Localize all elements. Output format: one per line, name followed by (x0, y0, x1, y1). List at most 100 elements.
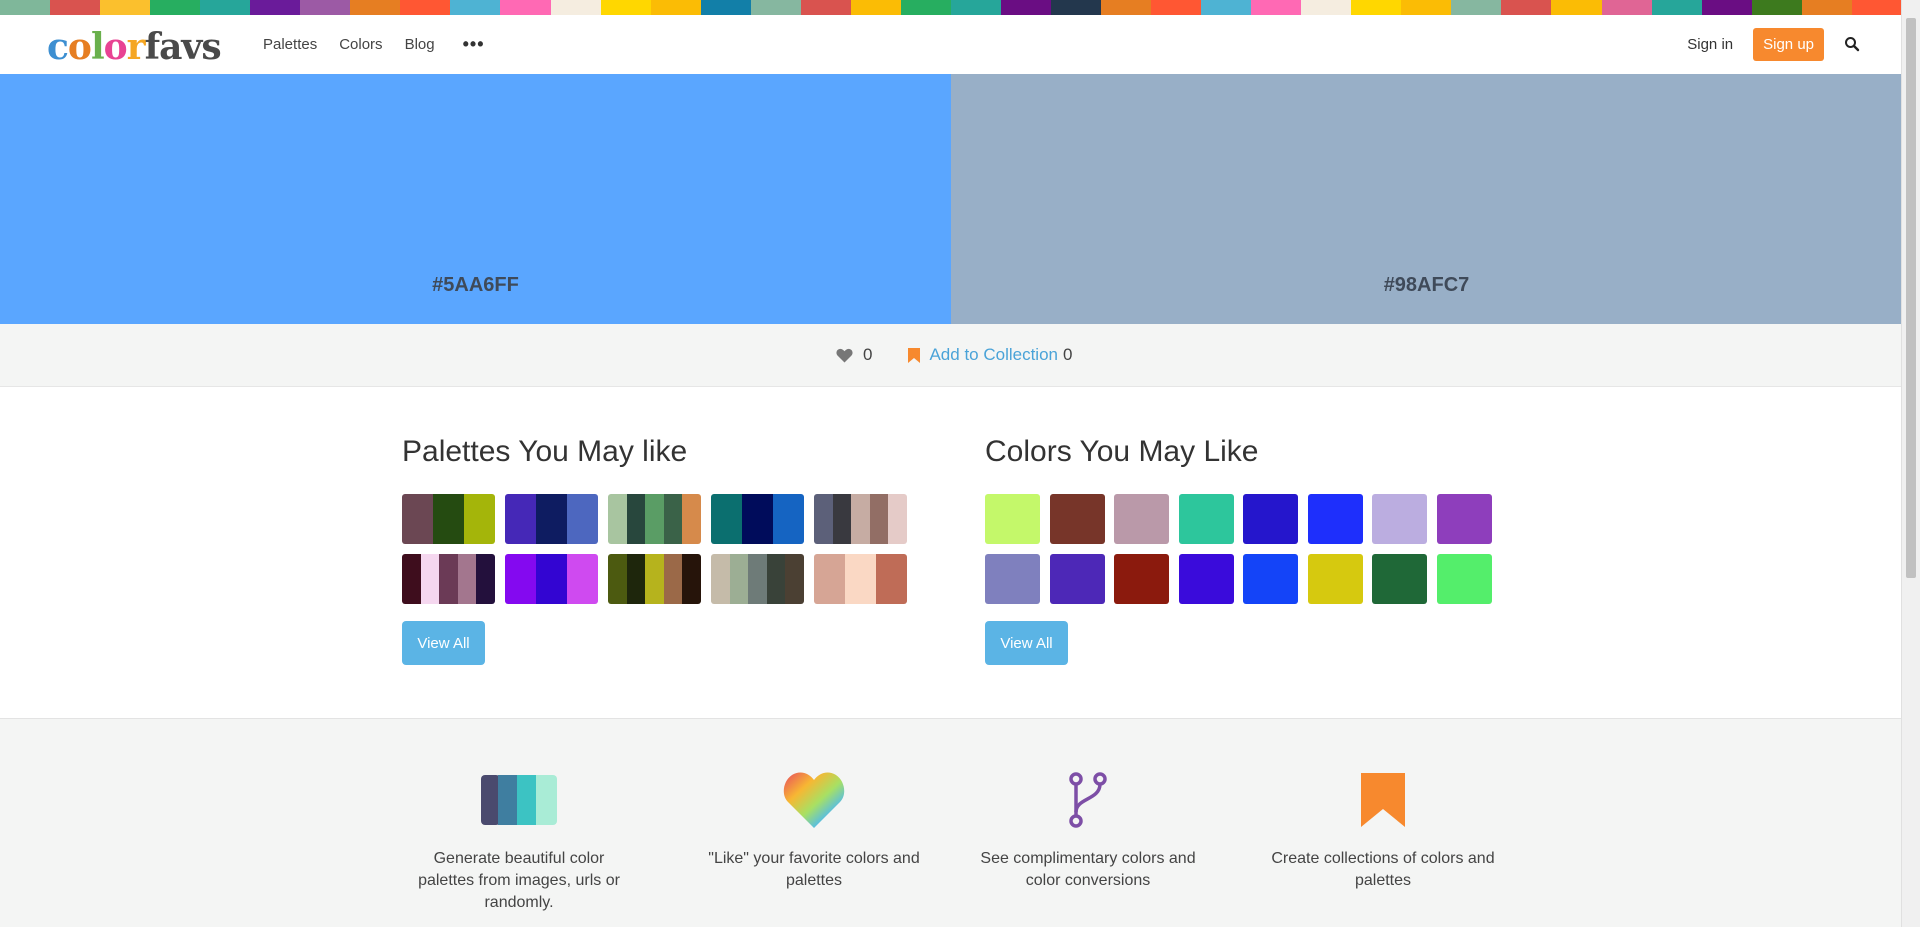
palette-color-band (682, 494, 701, 544)
swatch-secondary-hex: #98AFC7 (1383, 274, 1470, 296)
palette-color-band (748, 554, 767, 604)
palette-thumbnail[interactable] (402, 554, 495, 604)
palette-thumbnail[interactable] (814, 554, 907, 604)
nav-right: Sign in Sign up (1687, 15, 1862, 74)
color-chip[interactable] (1307, 494, 1363, 544)
sign-up-button[interactable]: Sign up (1753, 28, 1824, 61)
rainbow-heart-icon (699, 770, 929, 830)
feature-generate-text: Generate beautiful color palettes from i… (418, 850, 620, 911)
stripe-segment (200, 0, 251, 15)
palette-color-band (645, 494, 664, 544)
color-chip[interactable] (1372, 554, 1427, 604)
palette-thumbnail[interactable] (711, 554, 804, 604)
palette-color-band (536, 554, 567, 604)
palette-thumbnail[interactable] (402, 494, 495, 544)
feature-like-text: "Like" your favorite colors and palettes (708, 850, 920, 889)
palettes-heading: Palettes You May like (402, 435, 688, 468)
palette-color-band (814, 554, 845, 604)
stripe-segment (1101, 0, 1152, 15)
color-chip[interactable] (1243, 554, 1298, 604)
scrollbar-thumb[interactable] (1906, 18, 1916, 578)
colors-grid (985, 494, 1492, 604)
stripe-segment (1251, 0, 1302, 15)
color-chip[interactable] (1178, 494, 1234, 544)
color-chip[interactable] (1436, 554, 1492, 604)
stripe-segment (1551, 0, 1602, 15)
palette-color-band (402, 554, 421, 604)
add-to-collection-link[interactable]: Add to Collection (929, 345, 1058, 365)
palette-thumbnail[interactable] (505, 554, 598, 604)
color-chip[interactable] (1049, 494, 1105, 544)
bookmark-icon (1268, 770, 1498, 830)
palette-color-band (766, 554, 786, 604)
palette-color-band (420, 554, 440, 604)
stripe-segment (1050, 0, 1102, 15)
color-chip[interactable] (1114, 554, 1169, 604)
stripe-segment (1651, 0, 1702, 15)
palette-color-band (711, 494, 742, 544)
color-chip[interactable] (1243, 494, 1298, 544)
stripe-segment (650, 0, 701, 15)
color-chip[interactable] (985, 554, 1040, 604)
color-chip[interactable] (1114, 494, 1169, 544)
stripe-segment (1000, 0, 1051, 15)
color-chip[interactable] (1178, 554, 1234, 604)
palette-color-band (876, 554, 907, 604)
colorfavs-logo[interactable]: c o l o r favs (47, 25, 222, 69)
feature-generate: Generate beautiful color palettes from i… (404, 770, 634, 914)
logo-letter: o (67, 26, 92, 68)
stripe-segment (1151, 0, 1202, 15)
palette-icon (404, 770, 634, 830)
page-scrollbar[interactable] (1901, 0, 1920, 927)
nav-colors[interactable]: Colors (339, 36, 382, 53)
palette-thumbnail[interactable] (608, 554, 701, 604)
stripe-segment (1401, 0, 1452, 15)
palette-color-band (536, 494, 567, 544)
palette-color-band (888, 494, 907, 544)
colors-column: Colors You May Like View All (985, 434, 1492, 665)
stripe-segment (100, 0, 151, 15)
search-icon[interactable] (1844, 36, 1862, 54)
palette-color-band (476, 554, 495, 604)
stripe-segment (350, 0, 401, 15)
view-all-palettes-button[interactable]: View All (402, 621, 485, 665)
more-menu-icon[interactable]: ••• (463, 34, 485, 55)
swatch-primary[interactable]: #5AA6FF (0, 74, 951, 324)
logo-letter: o (103, 26, 128, 68)
palette-thumbnail[interactable] (711, 494, 804, 544)
heart-icon[interactable] (836, 348, 853, 363)
collection-count: 0 (1063, 345, 1073, 364)
palette-color-band (433, 494, 464, 544)
palette-thumbnail[interactable] (814, 494, 907, 544)
palette-color-band (785, 554, 804, 604)
stripe-segment (150, 0, 201, 15)
palette-color-band (402, 494, 433, 544)
color-chip[interactable] (1372, 494, 1427, 544)
palette-thumbnail[interactable] (505, 494, 598, 544)
palette-thumbnail[interactable] (608, 494, 701, 544)
palette-color-band (682, 554, 701, 604)
top-color-stripe (0, 0, 1902, 15)
stripe-segment (1501, 0, 1552, 15)
color-chip[interactable] (1049, 554, 1105, 604)
palette-color-band (464, 494, 495, 544)
stripe-segment (850, 0, 901, 15)
palette-color-band (457, 554, 477, 604)
stripe-segment (450, 0, 501, 15)
view-all-colors-button[interactable]: View All (985, 621, 1068, 665)
color-chip[interactable] (985, 494, 1040, 544)
color-chip[interactable] (1436, 494, 1492, 544)
stripe-segment (1801, 0, 1852, 15)
fork-icon (973, 770, 1203, 830)
nav-blog[interactable]: Blog (405, 36, 435, 53)
like-count: 0 (863, 345, 873, 364)
palette-color-band (851, 494, 870, 544)
color-chip[interactable] (1307, 554, 1363, 604)
palette-color-band (505, 554, 536, 604)
stripe-segment (500, 0, 551, 15)
sign-in-link[interactable]: Sign in (1687, 36, 1733, 53)
logo-letter: l (90, 26, 105, 68)
palettes-column: Palettes You May like View All (402, 434, 907, 665)
nav-palettes[interactable]: Palettes (263, 36, 317, 53)
swatch-secondary[interactable]: #98AFC7 (951, 74, 1902, 324)
